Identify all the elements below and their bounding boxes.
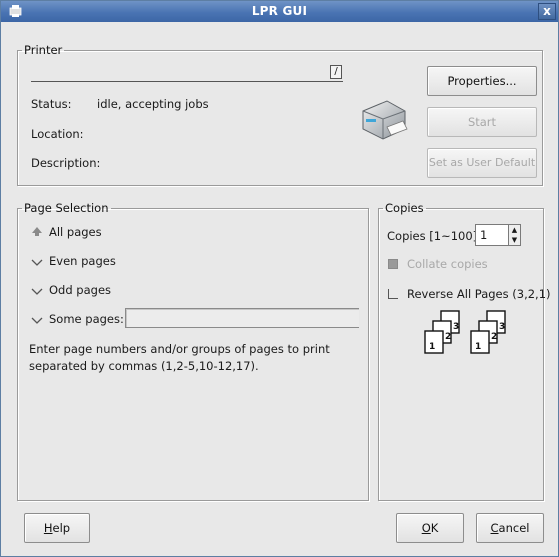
description-label: Description: (31, 156, 101, 170)
properties-button[interactable]: Properties... (427, 66, 537, 96)
radio-all-pages[interactable]: All pages (27, 223, 227, 241)
help-mnemonic: H (43, 521, 53, 535)
window-title: LPR GUI (251, 4, 308, 18)
page-selection-help-text: Enter page numbers and/or groups of page… (29, 342, 330, 373)
status-label: Status: (31, 97, 72, 111)
radio-even-pages-label: Even pages (49, 254, 116, 268)
collate-checkbox[interactable] (388, 259, 398, 269)
copies-label: Copies [1~100]: (387, 229, 482, 243)
collated-pages-icon: 3 2 1 3 2 1 (424, 310, 506, 354)
radio-unselected-icon (31, 288, 43, 295)
printer-group-legend: Printer (24, 43, 63, 57)
spin-arrows-icon[interactable]: ▲ ▼ (508, 225, 520, 245)
cancel-mnemonic: C (490, 521, 499, 535)
copies-spinbox[interactable]: 1 ▲ ▼ (475, 224, 521, 246)
some-pages-input[interactable] (125, 308, 359, 328)
page-number-3: 3 (453, 322, 459, 332)
radio-unselected-icon (31, 317, 43, 324)
printer-select[interactable]: / (31, 64, 343, 82)
ok-button-rest: K (430, 521, 439, 535)
collate-label: Collate copies (407, 257, 488, 271)
help-button-rest: elp (52, 521, 71, 535)
page-number-2: 2 (445, 332, 451, 342)
radio-some-pages[interactable]: Some pages: (27, 310, 124, 328)
reverse-label: Reverse All Pages (3,2,1) (407, 287, 551, 301)
radio-odd-pages[interactable]: Odd pages (27, 281, 227, 299)
radio-some-pages-label: Some pages: (49, 312, 124, 326)
help-button[interactable]: Help (24, 513, 90, 543)
title-bar[interactable]: LPR GUI x (1, 1, 558, 22)
page-number-3: 3 (499, 322, 505, 332)
status-value: idle, accepting jobs (97, 97, 209, 111)
ok-mnemonic: O (421, 521, 431, 535)
lpr-gui-window: LPR GUI x Printer / Status: idle, accept… (0, 0, 559, 557)
page-number-1: 1 (429, 342, 435, 352)
page-number-1: 1 (475, 342, 481, 352)
reverse-checkbox[interactable] (388, 289, 398, 299)
cancel-button[interactable]: Cancel (476, 513, 544, 543)
set-as-user-default-button[interactable]: Set as User Default (427, 148, 537, 178)
radio-unselected-icon (31, 259, 43, 266)
copies-legend: Copies (385, 201, 424, 215)
ok-button[interactable]: OK (396, 513, 464, 543)
copies-value: 1 (480, 228, 488, 242)
dropdown-arrow-icon[interactable]: / (330, 65, 342, 79)
location-label: Location: (31, 127, 84, 141)
start-button[interactable]: Start (427, 107, 537, 137)
radio-odd-pages-label: Odd pages (49, 283, 112, 297)
close-icon[interactable]: x (538, 3, 556, 20)
radio-all-pages-label: All pages (49, 225, 102, 239)
radio-even-pages[interactable]: Even pages (27, 252, 227, 270)
page-number-2: 2 (491, 332, 497, 342)
radio-selected-icon (32, 227, 42, 236)
printer-icon (362, 100, 408, 140)
page-selection-legend: Page Selection (24, 201, 109, 215)
cancel-button-rest: ancel (498, 521, 530, 535)
